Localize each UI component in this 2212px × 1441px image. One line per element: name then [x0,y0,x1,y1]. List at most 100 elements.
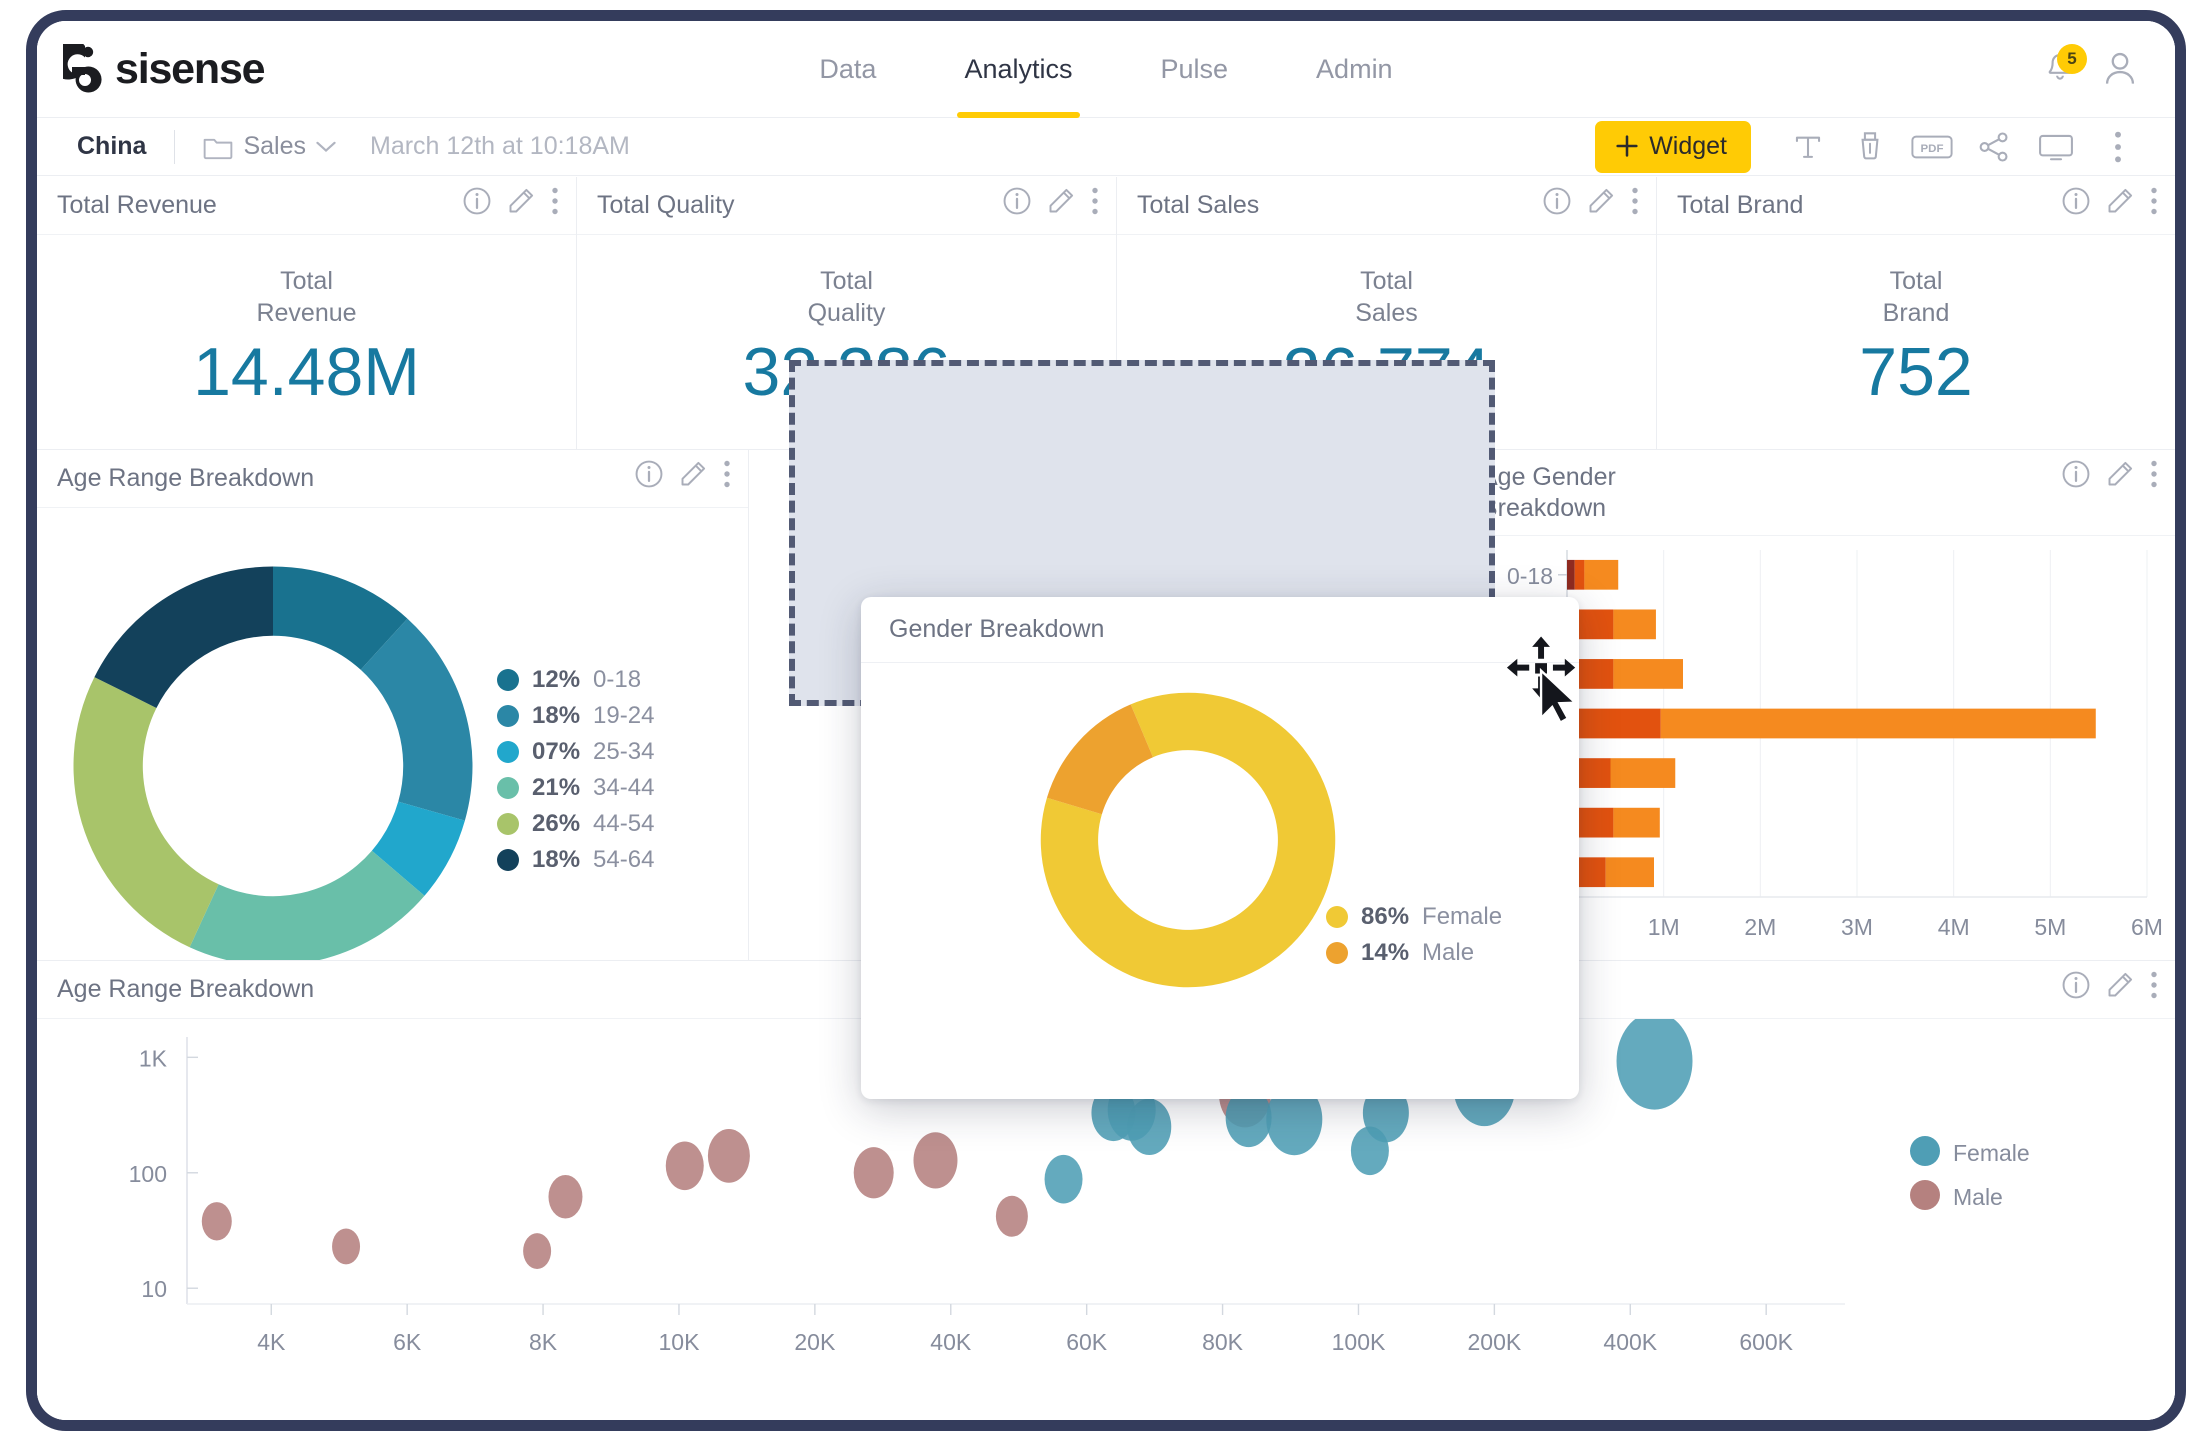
brush-icon[interactable] [1839,124,1901,170]
bar-segment [1578,708,1661,739]
legend-label: Male [1953,1184,2003,1210]
more-vertical-icon[interactable] [1090,186,1100,216]
more-vertical-icon[interactable] [2149,970,2159,1000]
scatter-bubble [707,1129,750,1183]
scatter-bubble [995,1195,1028,1237]
legend-item[interactable]: 07% 25-34 [497,738,654,766]
pencil-edit-icon[interactable] [1046,186,1076,216]
legend-item[interactable]: 21% 34-44 [497,774,654,802]
pencil-edit-icon[interactable] [1586,186,1616,216]
pdf-export-icon[interactable]: PDF [1901,124,1963,170]
y-axis-tick-label: 10 [141,1276,167,1302]
scatter-bubble [201,1202,232,1241]
nav-item-pulse[interactable]: Pulse [1117,21,1273,118]
share-icon[interactable] [1963,124,2025,170]
more-vertical-icon[interactable] [2149,186,2159,216]
info-icon[interactable] [2061,970,2091,1000]
kpi-label-line2: Brand [1882,299,1950,327]
svg-text:PDF: PDF [1921,143,1944,155]
info-icon[interactable] [1002,186,1032,216]
pencil-edit-icon[interactable] [2105,186,2135,216]
legend-percent: 26% [532,810,581,837]
x-axis-tick-label: 3M [1841,914,1873,940]
nav-label: Analytics [964,54,1073,84]
widget-actions [2061,186,2159,216]
widget-actions [2061,459,2159,489]
widget-actions [2061,970,2159,1000]
legend-item[interactable]: 14% Male [1326,939,1502,967]
presentation-icon[interactable] [2025,124,2087,170]
app-window: sisense Data Analytics Pulse Admin 5 Chi… [26,10,2186,1431]
legend-item[interactable]: 12% 0-18 [497,666,654,694]
text-widget-icon[interactable] [1777,124,1839,170]
nav-label: Admin [1316,54,1393,84]
legend-item[interactable]: 26% 44-54 [497,810,654,838]
info-icon[interactable] [2061,459,2091,489]
widget-total-brand[interactable]: Total Brand Total Brand 752 [1657,177,2175,450]
folder-selector[interactable]: Sales [203,132,336,161]
bar-segment [1574,559,1585,590]
legend-percent: 86% [1361,903,1410,930]
folder-icon [204,138,233,159]
x-axis-tick-label: 6K [393,1329,422,1355]
nav-item-data[interactable]: Data [775,21,920,118]
scatter-bubble [1044,1154,1083,1204]
nav-item-analytics[interactable]: Analytics [920,21,1116,118]
legend-label: 19-24 [593,702,655,729]
widget-header: Total Quality [577,177,1116,235]
widget-age-range-donut[interactable]: Age Range Breakdown 12% 0-18 18% 19-24 0… [37,450,749,961]
age-range-donut-chart[interactable] [63,556,483,961]
legend-color-swatch [497,741,519,763]
legend-label: 54-64 [593,846,655,873]
info-icon[interactable] [462,186,492,216]
pencil-edit-icon[interactable] [2105,970,2135,1000]
more-vertical-icon[interactable] [2087,124,2149,170]
pencil-edit-icon[interactable] [506,186,536,216]
widget-title: Age Range Breakdown [57,975,315,1004]
x-axis-tick-label: 40K [930,1329,972,1355]
widget-total-revenue[interactable]: Total Revenue Total Revenue 14.48M [37,177,577,450]
more-vertical-icon[interactable] [722,459,732,489]
widget-title: Total Brand [1677,191,1804,220]
legend-item[interactable]: 18% 19-24 [497,702,654,730]
add-widget-button[interactable]: Widget [1595,120,1751,173]
kpi-body: Total Revenue 14.48M [37,235,576,449]
legend-color-swatch [497,777,519,799]
dashboard-canvas: Total Revenue Total Revenue 14.48M Total… [37,177,2175,1420]
donut-slice-54-64 [94,566,274,708]
pencil-edit-icon[interactable] [2105,459,2135,489]
x-axis-tick-label: 600K [1739,1329,1793,1355]
pencil-edit-icon[interactable] [678,459,708,489]
x-axis-tick-label: 200K [1468,1329,1522,1355]
scatter-bubble [548,1174,583,1219]
x-axis-tick-label: 80K [1202,1329,1244,1355]
legend-item[interactable]: 86% Female [1326,903,1502,931]
kpi-label: Total Revenue [256,265,356,329]
scatter-bubble [1127,1098,1172,1155]
y-axis-tick-label: 100 [129,1161,167,1187]
gender-donut-chart[interactable] [1033,685,1343,995]
legend-label: 0-18 [593,666,642,693]
more-vertical-icon[interactable] [1630,186,1640,216]
more-vertical-icon[interactable] [2149,459,2159,489]
bar-segment [1584,559,1619,590]
x-axis-tick-label: 10K [658,1329,700,1355]
legend-label: Female [1953,1140,2030,1166]
info-icon[interactable] [634,459,664,489]
notifications-button[interactable]: 5 [2043,44,2087,88]
legend-label: 25-34 [593,738,655,765]
breadcrumb: China Sales March 12th at 10:18AM [77,129,630,164]
info-icon[interactable] [1542,186,1572,216]
legend-label: Female [1422,903,1503,930]
more-vertical-icon[interactable] [550,186,560,216]
scatter-bubble [1616,1019,1693,1110]
legend-item[interactable]: 18% 54-64 [497,846,654,874]
x-axis-tick-label: 8K [529,1329,558,1355]
legend-percent: 18% [532,846,581,873]
info-icon[interactable] [2061,186,2091,216]
legend-percent: 21% [532,774,581,801]
dragged-widget-gender-breakdown[interactable]: Gender Breakdown 86% Female 14% Male [861,597,1579,1099]
user-avatar-icon[interactable] [2101,49,2139,89]
nav-item-admin[interactable]: Admin [1272,21,1437,118]
legend-color-swatch [1326,906,1348,928]
